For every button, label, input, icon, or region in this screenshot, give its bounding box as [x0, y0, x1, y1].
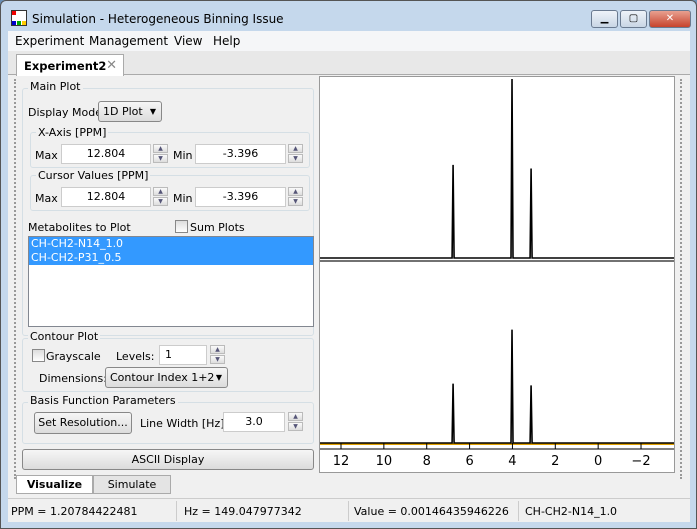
metabolites-list[interactable]: CH-CH2-N14_1.0 CH-CH2-P31_0.5 [28, 236, 314, 327]
tab-visualize[interactable]: Visualize [16, 475, 93, 494]
dimensions-label: Dimensions: [39, 372, 107, 385]
cursor-label: Cursor Values [PPM] [36, 169, 151, 182]
x-tick-label: 8 [423, 454, 431, 469]
list-item[interactable]: CH-CH2-N14_1.0 [29, 237, 313, 251]
x-axis-label: X-Axis [PPM] [36, 126, 109, 139]
x-tick-label: 4 [508, 454, 516, 469]
right-splitter-handle[interactable] [680, 79, 683, 479]
close-tab-icon[interactable]: ✕ [106, 58, 117, 73]
x-tick-label: 10 [376, 454, 393, 469]
display-mode-label: Display Mode [28, 106, 103, 119]
status-bar: PPM = 1.20784422481 Hz = 149.047977342 V… [8, 498, 690, 522]
maximize-button[interactable]: ▢ [620, 10, 647, 28]
sum-plots-checkbox[interactable] [175, 220, 188, 233]
spectrum-line-1 [320, 329, 674, 444]
title-bar: Simulation - Heterogeneous Binning Issue… [1, 1, 696, 31]
grayscale-label: Grayscale [46, 350, 101, 363]
tab-strip: Experiment2 ✕ [8, 51, 690, 76]
line-width-input[interactable]: 3.0 [223, 412, 285, 432]
menu-experiment[interactable]: Experiment [15, 34, 84, 48]
menu-help[interactable]: Help [213, 34, 240, 48]
status-metabolite: CH-CH2-N14_1.0 [525, 505, 618, 518]
levels-spinner[interactable]: ▲ ▼ [210, 345, 225, 365]
status-hz: Hz = 149.047977342 [184, 505, 302, 518]
status-value: Value = 0.00146435946226 [354, 505, 509, 518]
bottom-tab-strip: Visualize Simulate [8, 473, 690, 495]
tab-simulate[interactable]: Simulate [93, 475, 171, 494]
chevron-down-icon: ▼ [149, 107, 156, 116]
x-tick-label: 0 [594, 454, 602, 469]
window-title: Simulation - Heterogeneous Binning Issue [32, 12, 284, 26]
cursor-max-label: Max [35, 192, 58, 205]
app-icon [11, 10, 27, 26]
chevron-down-icon: ▼ [215, 373, 222, 382]
x-min-label: Min [173, 149, 193, 162]
list-item[interactable]: CH-CH2-P31_0.5 [29, 251, 313, 265]
display-mode-value: 1D Plot [103, 105, 143, 118]
close-button[interactable]: ✕ [649, 10, 691, 28]
main-plot-label: Main Plot [28, 80, 83, 93]
tab-label: Experiment2 [24, 59, 107, 73]
display-mode-select[interactable]: 1D Plot ▼ [98, 101, 162, 122]
x-min-input[interactable]: -3.396 [195, 144, 286, 164]
spectrum-plot[interactable]: 12 10 8 6 4 2 0 −2 [319, 76, 675, 473]
x-max-input[interactable]: 12.804 [61, 144, 151, 164]
x-tick-label: 6 [465, 454, 473, 469]
control-panel: Main Plot Display Mode 1D Plot ▼ X-Axis [… [12, 76, 320, 470]
set-resolution-button[interactable]: Set Resolution... [34, 412, 132, 434]
cursor-min-input[interactable]: -3.396 [195, 187, 286, 207]
levels-input[interactable]: 1 [159, 345, 207, 365]
metabolites-label: Metabolites to Plot [28, 221, 131, 234]
client-area: Experiment Management View Help Experime… [8, 31, 690, 522]
app-window: Simulation - Heterogeneous Binning Issue… [0, 0, 697, 529]
x-tick-label: 12 [333, 454, 350, 469]
status-ppm: PPM = 1.20784422481 [11, 505, 138, 518]
contour-label: Contour Plot [28, 330, 101, 343]
line-width-label: Line Width [Hz]: [140, 417, 229, 430]
menu-bar: Experiment Management View Help [8, 31, 690, 51]
x-min-spinner[interactable]: ▲ ▼ [288, 144, 303, 164]
basis-label: Basis Function Parameters [28, 394, 178, 407]
cursor-max-spinner[interactable]: ▲ ▼ [153, 187, 168, 207]
sum-plots-label: Sum Plots [190, 221, 245, 234]
spectrum-line-0 [320, 78, 674, 259]
minimize-button[interactable]: ▁ [591, 10, 618, 28]
menu-view[interactable]: View [174, 34, 202, 48]
x-tick-label: 2 [551, 454, 559, 469]
x-tick-label: −2 [631, 454, 650, 469]
tab-experiment2[interactable]: Experiment2 ✕ [16, 54, 124, 76]
dimensions-select[interactable]: Contour Index 1+2 ▼ [105, 367, 228, 388]
cursor-max-input[interactable]: 12.804 [61, 187, 151, 207]
x-max-label: Max [35, 149, 58, 162]
levels-label: Levels: [116, 350, 155, 363]
cursor-min-label: Min [173, 192, 193, 205]
chart-svg: 12 10 8 6 4 2 0 −2 [320, 78, 674, 469]
x-max-spinner[interactable]: ▲ ▼ [153, 144, 168, 164]
dimensions-value: Contour Index 1+2 [110, 371, 215, 384]
menu-management[interactable]: Management [89, 34, 168, 48]
line-width-spinner[interactable]: ▲ ▼ [288, 412, 303, 432]
ascii-display-button[interactable]: ASCII Display [22, 449, 314, 470]
grayscale-checkbox[interactable] [32, 349, 45, 362]
cursor-min-spinner[interactable]: ▲ ▼ [288, 187, 303, 207]
